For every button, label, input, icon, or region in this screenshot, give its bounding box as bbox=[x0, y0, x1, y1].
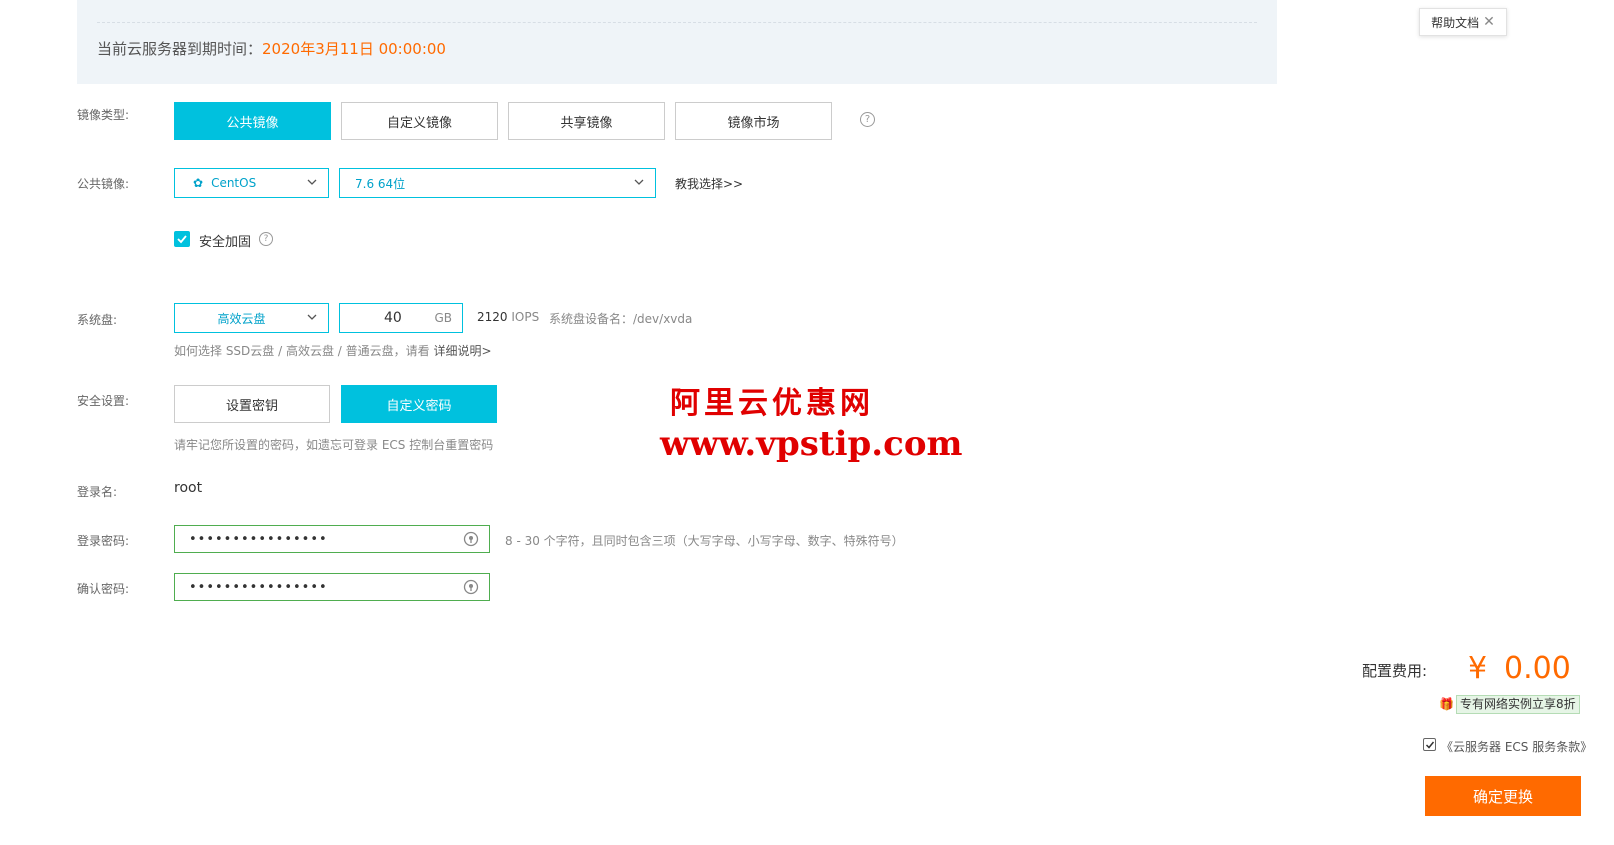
confirm-change-button[interactable]: 确定更换 bbox=[1425, 776, 1581, 816]
disk-size-unit: GB bbox=[434, 311, 452, 325]
close-icon[interactable]: ✕ bbox=[1483, 14, 1495, 30]
image-type-label: 镜像类型: bbox=[77, 108, 130, 122]
help-docs-tip[interactable]: 帮助文档 ✕ bbox=[1419, 8, 1507, 36]
security-harden-checkbox[interactable] bbox=[174, 231, 190, 247]
cost-currency: ¥ bbox=[1468, 651, 1488, 686]
login-name-label: 登录名: bbox=[77, 485, 118, 499]
disk-hint: 如何选择 SSD云盘 / 高效云盘 / 普通云盘，请看 详细说明> bbox=[174, 342, 492, 359]
expiry-info-panel: 当前云服务器到期时间：2020年3月11日 00:00:00 bbox=[77, 0, 1277, 84]
iops-text: 2120 IOPS bbox=[477, 310, 539, 324]
iops-unit: IOPS bbox=[511, 310, 540, 324]
cost-amount: 0.00 bbox=[1504, 651, 1571, 686]
security-setting-label: 安全设置: bbox=[77, 394, 130, 408]
watermark-url: www.vpstip.com bbox=[660, 424, 963, 464]
check-icon bbox=[177, 235, 187, 244]
confirm-password-value[interactable]: •••••••••••••••• bbox=[189, 580, 328, 595]
os-select-value: CentOS bbox=[211, 176, 257, 190]
confirm-password-input[interactable]: •••••••••••••••• bbox=[174, 573, 490, 601]
os-select[interactable]: ✿ CentOS bbox=[174, 168, 329, 198]
tab-custom-image[interactable]: 自定义镜像 bbox=[341, 102, 498, 140]
disk-hint-text: 如何选择 SSD云盘 / 高效云盘 / 普通云盘，请看 bbox=[174, 344, 434, 358]
tab-custom-password[interactable]: 自定义密码 bbox=[341, 385, 497, 423]
chevron-down-icon bbox=[307, 179, 317, 185]
password-reminder: 请牢记您所设置的密码，如遗忘可登录 ECS 控制台重置密码 bbox=[174, 438, 494, 452]
login-password-input[interactable]: •••••••••••••••• bbox=[174, 525, 490, 553]
help-docs-label[interactable]: 帮助文档 bbox=[1431, 14, 1479, 31]
chevron-down-icon bbox=[634, 179, 644, 185]
centos-icon: ✿ bbox=[193, 176, 204, 190]
eye-icon[interactable] bbox=[463, 531, 479, 547]
expiry-date: 2020年3月11日 00:00:00 bbox=[262, 40, 446, 58]
login-password-value[interactable]: •••••••••••••••• bbox=[189, 532, 328, 547]
cost-label: 配置费用: bbox=[1362, 662, 1428, 680]
chevron-down-icon bbox=[307, 314, 317, 320]
disk-type-value: 高效云盘 bbox=[217, 311, 266, 326]
device-name: 系统盘设备名：/dev/xvda bbox=[549, 312, 693, 326]
watermark-title: 阿里云优惠网 bbox=[670, 386, 874, 421]
terms-link[interactable]: 《云服务器 ECS 服务条款》 bbox=[1441, 738, 1592, 755]
eye-icon[interactable] bbox=[463, 579, 479, 595]
terms-checkbox[interactable] bbox=[1423, 738, 1436, 751]
guide-link[interactable]: 教我选择>> bbox=[675, 175, 743, 192]
confirm-password-label: 确认密码: bbox=[77, 582, 130, 596]
check-icon bbox=[1425, 741, 1434, 749]
version-select[interactable]: 7.6 64位 bbox=[339, 168, 656, 198]
version-select-value: 7.6 64位 bbox=[355, 176, 406, 191]
tab-shared-image[interactable]: 共享镜像 bbox=[508, 102, 665, 140]
divider bbox=[97, 22, 1257, 23]
login-name-value: root bbox=[174, 480, 203, 496]
tab-set-key[interactable]: 设置密钥 bbox=[174, 385, 330, 423]
system-disk-label: 系统盘: bbox=[77, 313, 118, 327]
expiry-label: 当前云服务器到期时间： bbox=[97, 40, 263, 58]
promo-badge: 专有网络实例立享8折 bbox=[1456, 695, 1580, 714]
login-password-label: 登录密码: bbox=[77, 534, 130, 548]
disk-size-value[interactable]: 40 bbox=[384, 310, 402, 326]
disk-size-input[interactable]: 40 GB bbox=[339, 303, 463, 333]
help-icon[interactable]: ? bbox=[259, 232, 273, 246]
tab-image-market[interactable]: 镜像市场 bbox=[675, 102, 832, 140]
disk-type-select[interactable]: 高效云盘 bbox=[174, 303, 329, 333]
disk-detail-link[interactable]: 详细说明> bbox=[433, 344, 491, 358]
expiry-text: 当前云服务器到期时间：2020年3月11日 00:00:00 bbox=[97, 38, 446, 59]
public-image-label: 公共镜像: bbox=[77, 177, 130, 191]
password-rule-hint: 8 - 30 个字符，且同时包含三项（大写字母、小写字母、数字、特殊符号） bbox=[505, 534, 904, 548]
gift-icon: 🎁 bbox=[1439, 697, 1454, 711]
iops-value: 2120 bbox=[477, 310, 508, 324]
help-icon[interactable]: ? bbox=[860, 112, 875, 127]
security-harden-label: 安全加固 bbox=[199, 235, 252, 250]
tab-public-image[interactable]: 公共镜像 bbox=[174, 102, 331, 140]
